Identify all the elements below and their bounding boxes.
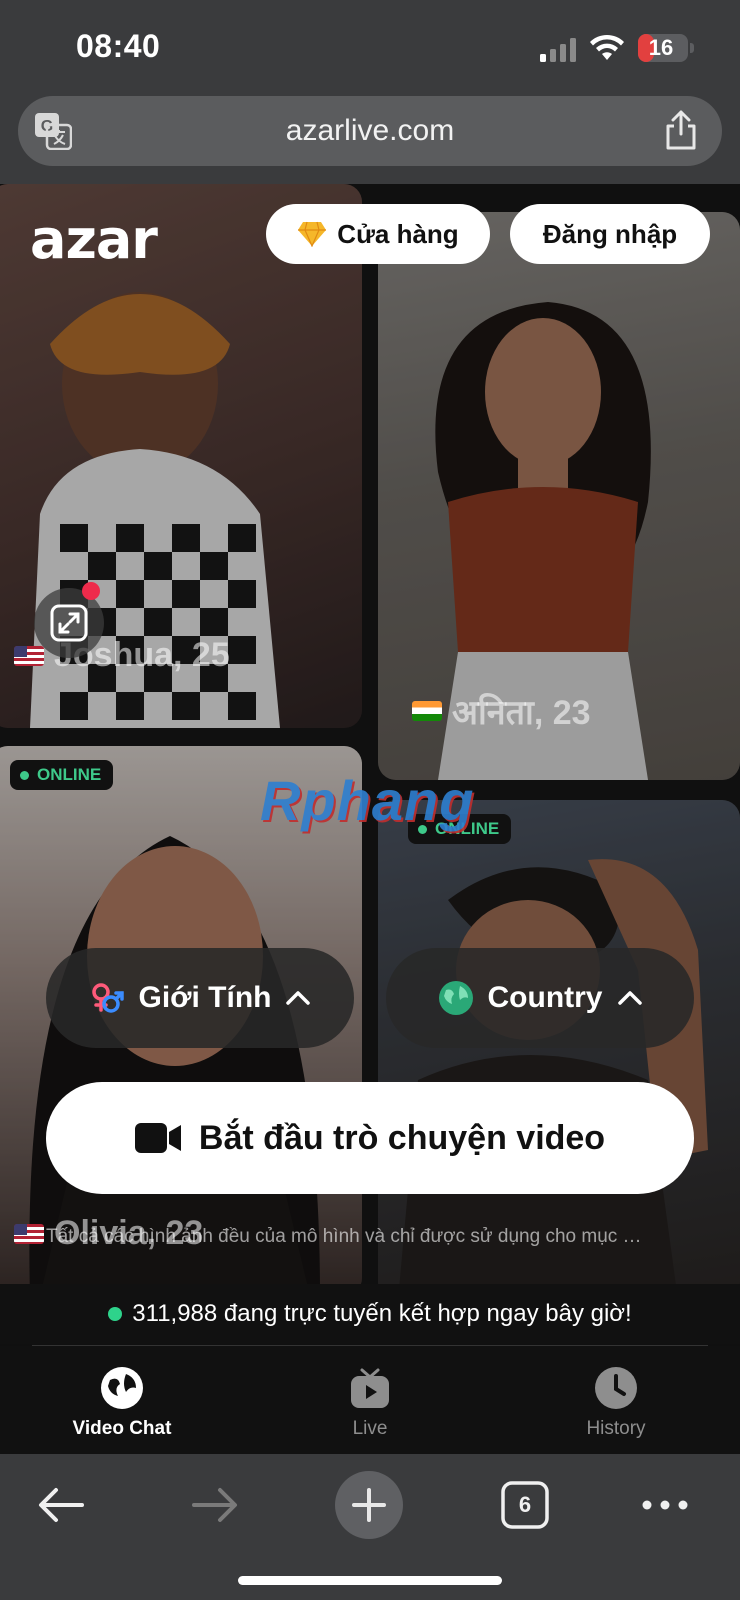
tab-label: History (586, 1418, 646, 1439)
tab-label: Live (352, 1418, 388, 1439)
more-options-icon[interactable] (630, 1470, 700, 1540)
profile-card[interactable]: ONLINE (378, 800, 740, 1300)
start-video-chat-button[interactable]: Bắt đầu trò chuyện video (46, 1082, 694, 1194)
card-overlay (378, 800, 740, 1300)
online-status-dot (20, 770, 29, 780)
forward-arrow-icon[interactable] (180, 1470, 250, 1540)
profile-name-text: अनिता, 23 (452, 694, 591, 732)
notification-dot (82, 582, 100, 600)
status-time: 08:40 (76, 28, 161, 64)
home-indicator (238, 1576, 502, 1585)
tab-count: 6 (518, 1492, 532, 1517)
online-count-bar: 311,988 đang trực tuyến kết hợp ngay bây… (0, 1284, 740, 1344)
tab-video-chat[interactable]: Video Chat (22, 1346, 222, 1454)
globe-icon (101, 1367, 143, 1409)
url-text: azarlive.com (285, 114, 455, 147)
battery-indicator: 16 (638, 34, 688, 62)
chevron-up-icon (617, 991, 642, 1005)
login-button[interactable]: Đăng nhập (510, 204, 710, 264)
tab-switcher-button[interactable]: 6 (490, 1470, 560, 1540)
country-filter-button[interactable]: Country (386, 948, 694, 1048)
us-flag-icon (14, 1223, 44, 1244)
address-bar[interactable]: G azarlive.com (18, 96, 722, 166)
tab-history[interactable]: History (516, 1346, 716, 1454)
store-button-label: Cửa hàng (337, 218, 459, 249)
login-button-label: Đăng nhập (542, 218, 678, 249)
india-flag-icon (412, 701, 442, 721)
gender-filter-button[interactable]: Giới Tính (46, 948, 354, 1048)
back-arrow-icon[interactable] (26, 1470, 96, 1540)
share-icon[interactable] (664, 110, 698, 150)
battery-level: 16 (648, 35, 674, 60)
disclaimer-text: Tất cả các hình ảnh đều của mô hình và c… (46, 1226, 642, 1247)
online-badge-text: ONLINE (37, 765, 102, 784)
online-badge: ONLINE (10, 760, 114, 790)
chevron-up-icon (286, 991, 311, 1005)
gender-icon (91, 983, 124, 1013)
gem-icon (298, 221, 327, 247)
battery-cap (690, 43, 694, 53)
online-status-dot (108, 1307, 123, 1321)
new-tab-plus-icon[interactable] (334, 1470, 404, 1540)
watermark: Rphang (260, 769, 475, 832)
tv-play-icon (351, 1368, 389, 1408)
tab-live[interactable]: Live (270, 1346, 470, 1454)
online-count-text: 311,988 đang trực tuyến kết hợp ngay bây… (132, 1300, 632, 1327)
profile-name: अनिता, 23 (412, 688, 591, 734)
profile-card[interactable]: अनिता, 23 (378, 212, 740, 780)
status-bar: 08:40 16 (0, 0, 740, 92)
cellular-signal-icon (540, 38, 576, 62)
tab-label: Video Chat (72, 1418, 172, 1439)
gender-filter-label: Giới Tính (138, 981, 272, 1014)
video-camera-icon (134, 1123, 181, 1153)
bottom-tab-bar: Video Chat Live History (0, 1346, 740, 1454)
azar-logo[interactable]: azar (30, 208, 158, 271)
clock-icon (595, 1367, 637, 1409)
globe-icon (438, 981, 473, 1015)
store-button[interactable]: Cửa hàng (266, 204, 490, 264)
start-video-chat-label: Bắt đầu trò chuyện video (198, 1118, 606, 1157)
country-filter-label: Country (487, 981, 603, 1014)
wifi-icon (590, 34, 624, 60)
